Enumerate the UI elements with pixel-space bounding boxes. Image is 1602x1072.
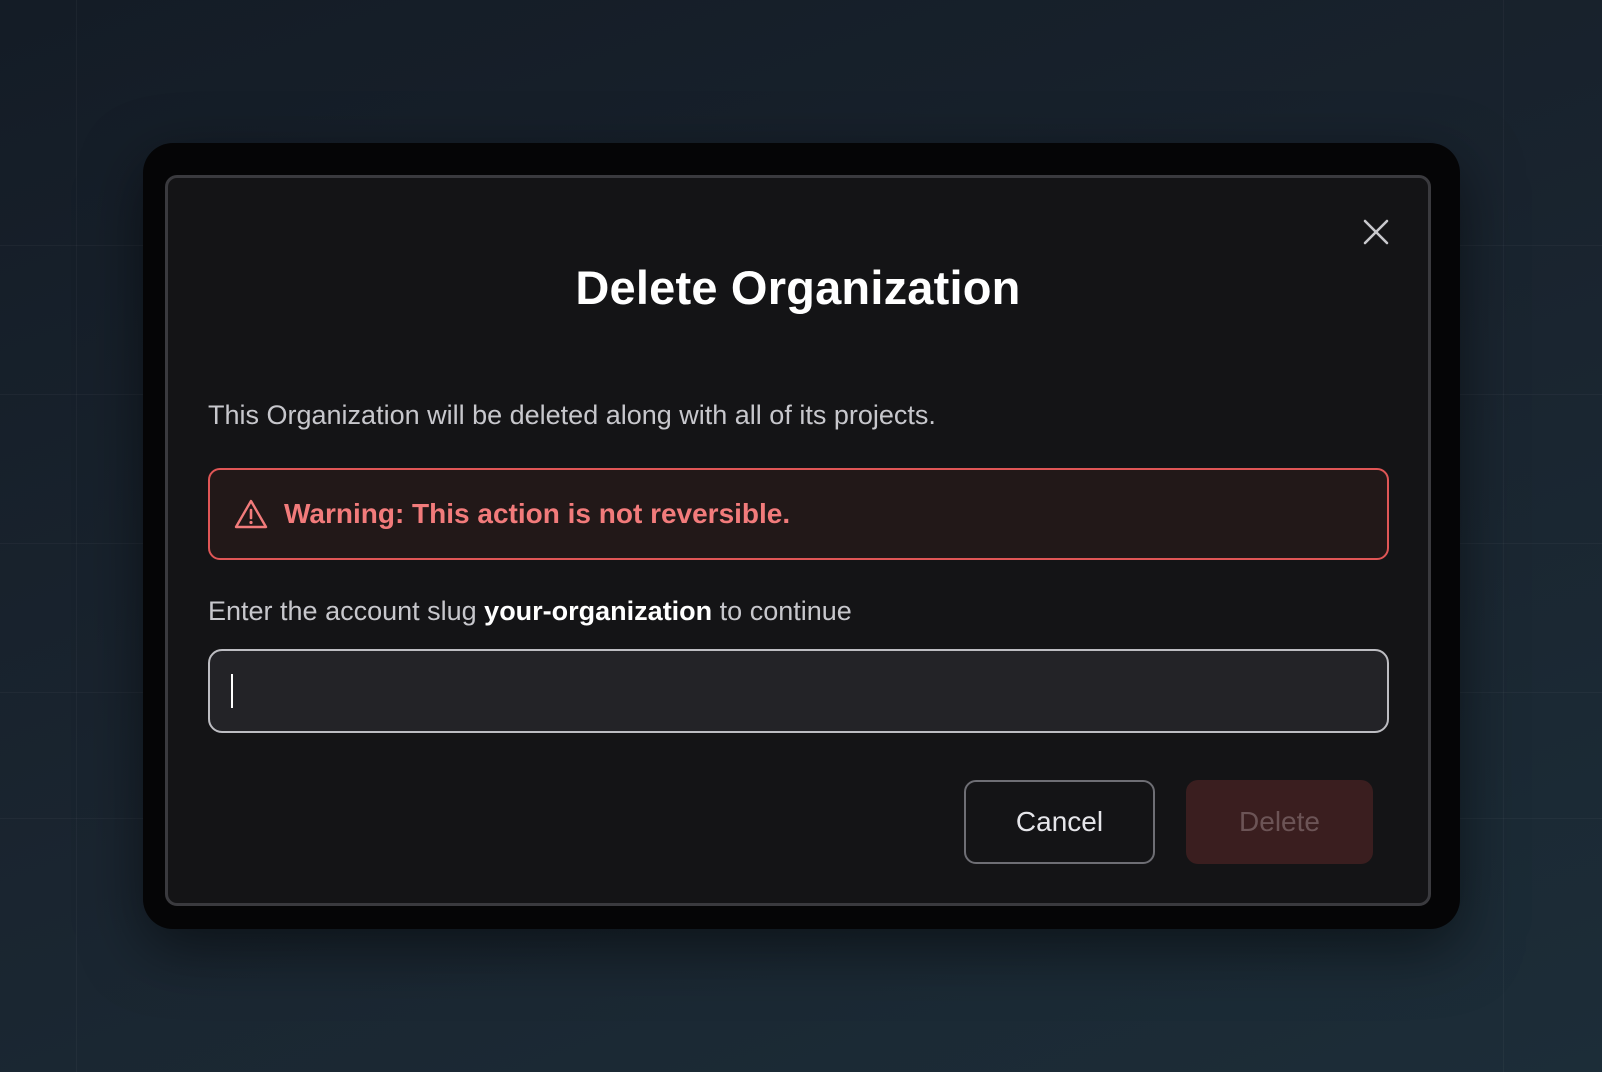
- text-caret: [231, 674, 233, 708]
- delete-organization-dialog: Delete Organization This Organization wi…: [165, 175, 1431, 906]
- slug-confirmation-input[interactable]: [230, 651, 1387, 731]
- warning-triangle-icon: [234, 499, 268, 529]
- prompt-suffix: to continue: [712, 596, 852, 626]
- close-button[interactable]: [1356, 212, 1396, 252]
- warning-text: Warning: This action is not reversible.: [284, 498, 791, 529]
- cancel-button[interactable]: Cancel: [964, 780, 1155, 864]
- modal-backdrop-frame: Delete Organization This Organization wi…: [143, 143, 1460, 929]
- prompt-prefix: Enter the account slug: [208, 596, 485, 626]
- warning-banner: Warning: This action is not reversible.: [208, 468, 1389, 560]
- slug-input-container: [208, 649, 1389, 733]
- close-icon: [1363, 219, 1389, 245]
- account-slug: your-organization: [484, 596, 713, 626]
- dialog-title: Delete Organization: [575, 261, 1021, 314]
- confirmation-prompt: Enter the account slug your-organization…: [208, 596, 852, 627]
- delete-button[interactable]: Delete: [1186, 780, 1373, 864]
- dialog-description: This Organization will be deleted along …: [208, 400, 936, 430]
